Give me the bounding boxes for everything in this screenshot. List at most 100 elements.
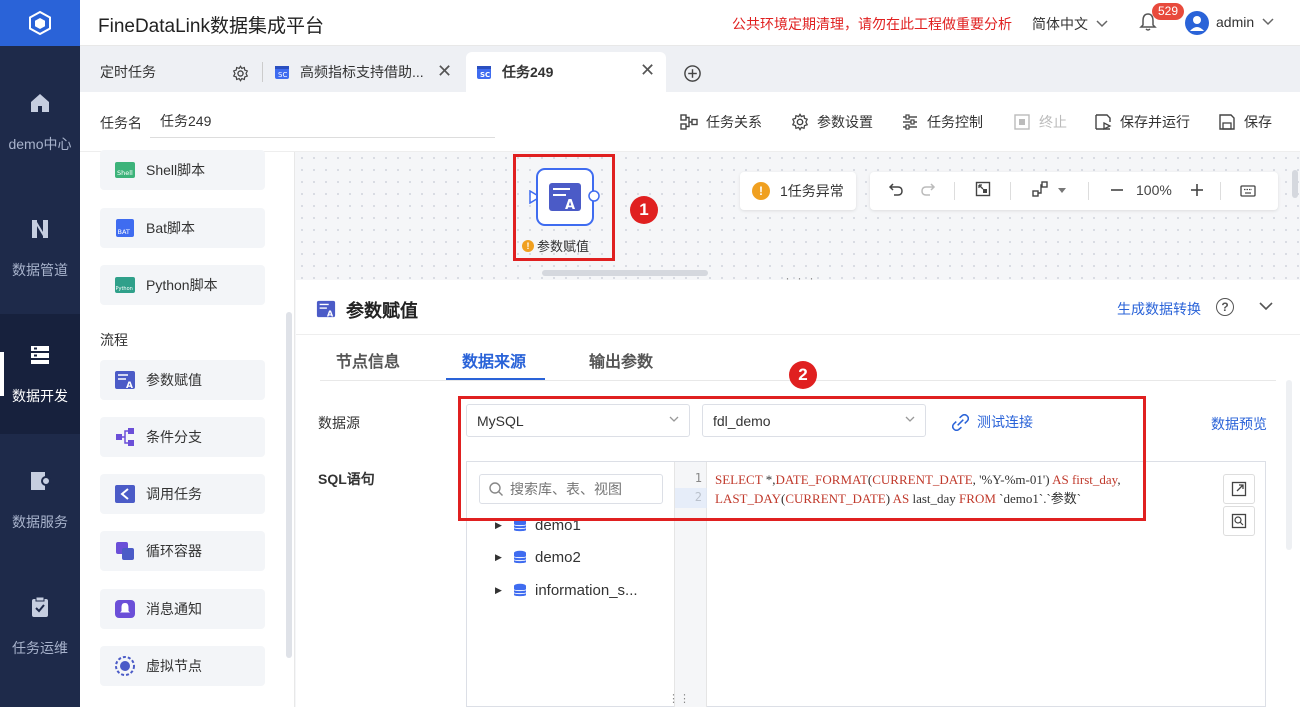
avatar[interactable] [1185, 11, 1209, 35]
component-shell-script[interactable]: Shell Shell脚本 [100, 150, 265, 190]
tab-output-params[interactable]: 输出参数 [589, 348, 653, 372]
tree-item-demo2[interactable]: ▶ demo2 [495, 549, 581, 566]
language-selector[interactable]: 简体中文 [1032, 14, 1108, 34]
dev-icon [27, 342, 53, 368]
database-icon [513, 550, 527, 564]
component-label: Shell脚本 [146, 162, 206, 178]
top-header: FineDataLink数据集成平台 公共环境定期清理，请勿在此工程做重要分析 … [80, 0, 1300, 46]
save-icon [1219, 114, 1235, 130]
component-label: 调用任务 [146, 486, 202, 502]
param-assign-node[interactable]: A [536, 168, 594, 226]
nav-label: 数据服务 [12, 514, 68, 530]
toolbar-divider [1220, 182, 1221, 200]
workflow-canvas[interactable]: A ! 参数赋值 1 ! 1任务异常 100% ⋮⋮⋮ [296, 152, 1300, 289]
home-icon [27, 90, 53, 116]
component-condition-branch[interactable]: 条件分支 [100, 417, 265, 457]
component-param-assign[interactable]: A 参数赋值 [100, 360, 265, 400]
close-icon[interactable]: ✕ [640, 60, 655, 81]
component-label: 条件分支 [146, 429, 202, 445]
component-virtual-node[interactable]: 虚拟节点 [100, 646, 265, 686]
task-toolbar: 任务名 任务关系 参数设置 任务控制 终止 保存并运行 保存 [80, 92, 1300, 152]
config-scrollbar[interactable] [1286, 380, 1292, 550]
config-divider [296, 334, 1300, 335]
canvas-scrollbar[interactable] [542, 270, 708, 276]
component-label: 消息通知 [146, 601, 202, 617]
component-call-task[interactable]: 调用任务 [100, 474, 265, 514]
component-python-script[interactable]: Python Python脚本 [100, 265, 265, 305]
component-label: 参数赋值 [146, 372, 202, 388]
component-loop-container[interactable]: 循环容器 [100, 531, 265, 571]
user-menu[interactable]: admin [1216, 14, 1274, 30]
caret-right-icon[interactable]: ▶ [495, 585, 505, 596]
caret-right-icon[interactable]: ▶ [495, 552, 505, 563]
svg-text:SC: SC [278, 71, 287, 79]
zoom-out-icon[interactable] [1110, 183, 1124, 197]
generate-transform-link[interactable]: 生成数据转换 [1117, 299, 1201, 319]
tab-node-info[interactable]: 节点信息 [336, 348, 400, 372]
node-output-port-icon[interactable] [588, 190, 600, 202]
nav-item-data-pipeline[interactable]: 数据管道 [0, 188, 80, 308]
shell-icon: Shell [115, 162, 135, 178]
stop-button[interactable]: 终止 [1013, 112, 1067, 132]
nav-item-data-dev[interactable]: 数据开发 [0, 314, 80, 434]
save-and-run-button[interactable]: 保存并运行 [1094, 112, 1190, 132]
toolbar-divider [1010, 182, 1011, 200]
annotation-marker-1: 1 [630, 196, 658, 224]
gear-icon[interactable] [232, 65, 249, 82]
gear-icon [791, 113, 809, 131]
component-label: Python脚本 [146, 277, 218, 293]
flow-group-label: 流程 [100, 332, 128, 348]
tab-scheduled-tasks[interactable]: 定时任务 [100, 52, 156, 92]
redo-icon[interactable] [920, 181, 936, 197]
format-sql-button[interactable] [1223, 506, 1255, 536]
app-logo[interactable] [0, 0, 80, 46]
resize-handle-icon[interactable]: ⋮⋮ [668, 692, 690, 705]
add-tab-icon[interactable] [683, 64, 702, 83]
virtual-node-icon [115, 656, 135, 676]
expand-editor-button[interactable] [1223, 474, 1255, 504]
save-button[interactable]: 保存 [1218, 112, 1272, 132]
tab-high-freq[interactable]: SC 高频指标支持借助... [274, 52, 424, 92]
python-icon: Python [115, 277, 135, 293]
nav-item-demo-center[interactable]: demo中心 [0, 62, 80, 182]
tab-task249[interactable]: SC 任务249 ✕ [466, 52, 666, 92]
task-control-button[interactable]: 任务控制 [901, 112, 983, 132]
close-icon[interactable]: ✕ [437, 61, 452, 82]
component-scrollbar[interactable] [286, 312, 292, 658]
task-name-input[interactable] [150, 104, 495, 138]
data-preview-link[interactable]: 数据预览 [1211, 414, 1267, 434]
undo-icon[interactable] [888, 181, 904, 197]
app-title: FineDataLink数据集成平台 [98, 16, 324, 37]
caret-right-icon[interactable]: ▶ [495, 520, 505, 531]
component-label: 循环容器 [146, 543, 202, 559]
caret-down-icon[interactable] [1058, 188, 1066, 194]
keyboard-icon[interactable] [1240, 184, 1256, 198]
fit-view-icon[interactable] [975, 181, 991, 197]
layout-icon[interactable] [1032, 181, 1048, 197]
node-label: ! 参数赋值 [522, 236, 589, 255]
component-bat-script[interactable]: BAT Bat脚本 [100, 208, 265, 248]
tab-label: 高频指标支持借助... [300, 64, 424, 80]
tree-item-label: demo2 [535, 549, 581, 566]
button-label: 保存 [1244, 114, 1272, 130]
zoom-in-icon[interactable] [1190, 183, 1204, 197]
tree-item-information-schema[interactable]: ▶ information_s... [495, 582, 638, 599]
tab-data-source[interactable]: 数据来源 [462, 348, 526, 372]
active-tab-indicator [446, 378, 545, 380]
component-message-notify[interactable]: 消息通知 [100, 589, 265, 629]
tab-bar: 定时任务 SC 高频指标支持借助... ✕ SC 任务249 ✕ [80, 46, 1300, 92]
nav-item-task-ops[interactable]: 任务运维 [0, 566, 80, 686]
canvas-v-scrollbar[interactable] [1292, 170, 1298, 198]
nav-item-data-service[interactable]: 数据服务 [0, 440, 80, 560]
task-relation-button[interactable]: 任务关系 [680, 112, 762, 132]
chevron-down-icon[interactable] [1259, 302, 1273, 311]
svg-text:A: A [126, 381, 133, 391]
help-icon[interactable]: ? [1216, 298, 1234, 316]
chevron-down-icon [1096, 20, 1108, 28]
param-settings-button[interactable]: 参数设置 [791, 112, 873, 132]
sql-search-icon [1231, 513, 1247, 529]
task-exception-indicator[interactable]: ! 1任务异常 [740, 172, 856, 210]
node-label-text: 参数赋值 [537, 239, 590, 254]
loop-icon [116, 542, 134, 560]
button-label: 终止 [1039, 114, 1067, 130]
